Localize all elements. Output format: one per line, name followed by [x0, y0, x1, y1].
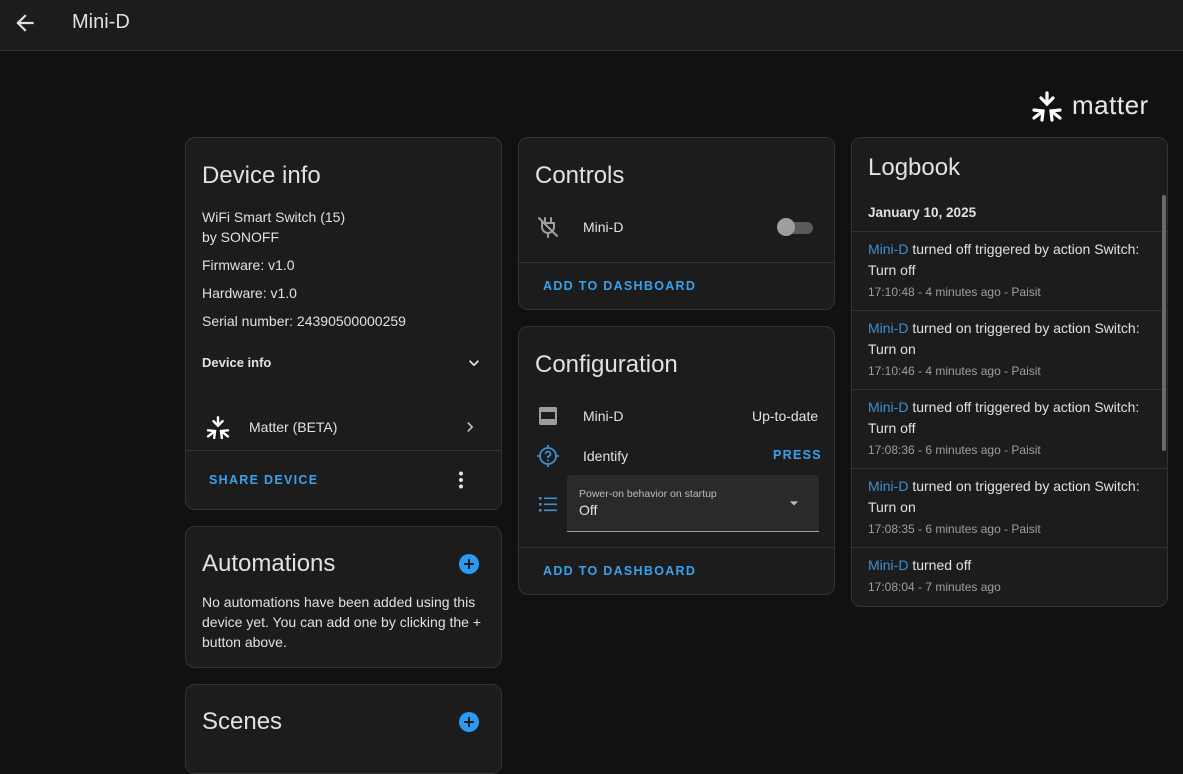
- log-divider: [852, 547, 1167, 548]
- switch-toggle[interactable]: [777, 216, 815, 238]
- automations-empty-text-1: No automations have been added using thi…: [202, 594, 476, 610]
- card-divider: [519, 262, 834, 263]
- logbook-scrollbar[interactable]: [1162, 195, 1166, 451]
- card-divider: [186, 450, 501, 451]
- select-label: Power-on behavior on startup: [579, 488, 717, 500]
- log-timestamp: 17:10:48 - 4 minutes ago - Paisit: [868, 285, 1041, 299]
- log-entity-link[interactable]: Mini-D: [868, 320, 908, 336]
- scenes-card: Scenes: [185, 684, 502, 774]
- logbook-card: Logbook January 10, 2025 Mini-D turned o…: [851, 137, 1168, 607]
- log-timestamp: 17:08:36 - 6 minutes ago - Paisit: [868, 443, 1041, 457]
- log-message: turned on triggered by action Switch:: [908, 320, 1140, 336]
- add-scene-button[interactable]: [459, 712, 479, 732]
- device-manufacturer: by SONOFF: [202, 229, 280, 245]
- scenes-title: Scenes: [202, 708, 283, 735]
- chevron-right-icon: [467, 422, 474, 432]
- matter-icon: [206, 416, 230, 440]
- log-entity-link[interactable]: Mini-D: [868, 557, 908, 573]
- identify-label: Identify: [583, 448, 629, 464]
- log-divider: [852, 310, 1167, 311]
- serial-number: Serial number: 24390500000259: [202, 313, 406, 329]
- log-message: turned off triggered by action Switch:: [908, 241, 1140, 257]
- configuration-add-to-dashboard-button[interactable]: ADD TO DASHBOARD: [543, 564, 696, 578]
- log-entity-link[interactable]: Mini-D: [868, 399, 908, 415]
- toggle-knob: [777, 218, 795, 236]
- log-message-cont: Turn on: [868, 341, 916, 357]
- more-vert-icon[interactable]: [449, 468, 473, 492]
- configuration-title: Configuration: [535, 351, 678, 378]
- log-entity-link[interactable]: Mini-D: [868, 241, 908, 257]
- power-on-behavior-select[interactable]: Power-on behavior on startup Off: [567, 475, 819, 532]
- identify-press-button[interactable]: PRESS: [773, 448, 822, 462]
- log-message-cont: Turn off: [868, 420, 916, 436]
- card-divider: [519, 547, 834, 548]
- log-divider: [852, 389, 1167, 390]
- log-entry: Mini-D turned off 17:08:04 - 7 minutes a…: [852, 555, 1162, 605]
- firmware-entity-label: Mini-D: [583, 408, 624, 424]
- log-message: turned off triggered by action Switch:: [908, 399, 1140, 415]
- hardware-version: Hardware: v1.0: [202, 285, 297, 301]
- power-plug-off-icon: [538, 217, 558, 238]
- log-divider: [852, 231, 1167, 232]
- dropdown-arrow-icon: [789, 501, 799, 506]
- controls-entity-label: Mini-D: [583, 219, 624, 235]
- log-timestamp: 17:08:35 - 6 minutes ago - Paisit: [868, 522, 1041, 536]
- integration-label: Matter (BETA): [249, 419, 338, 435]
- log-entry: Mini-D turned off triggered by action Sw…: [852, 239, 1162, 309]
- controls-card: Controls Mini-D ADD TO DASHBOARD: [518, 137, 835, 310]
- log-entry-text: Mini-D turned on triggered by action Swi…: [868, 476, 1158, 518]
- log-entry-text: Mini-D turned off: [868, 555, 1158, 576]
- log-message-cont: Turn off: [868, 262, 916, 278]
- identify-icon: [537, 445, 559, 467]
- matter-logo-text: matter: [1072, 90, 1149, 120]
- list-icon: [539, 497, 557, 512]
- automations-title: Automations: [202, 550, 336, 577]
- select-value: Off: [579, 502, 598, 518]
- firmware-update-icon: [539, 407, 557, 425]
- log-entry-text: Mini-D turned off triggered by action Sw…: [868, 239, 1158, 281]
- controls-add-to-dashboard-button[interactable]: ADD TO DASHBOARD: [543, 279, 696, 293]
- log-entity-link[interactable]: Mini-D: [868, 478, 908, 494]
- device-info-title: Device info: [202, 162, 321, 189]
- device-model: WiFi Smart Switch (15): [202, 209, 346, 225]
- expander-label: Device info: [202, 355, 272, 370]
- log-entry: Mini-D turned off triggered by action Sw…: [852, 397, 1162, 467]
- logbook-date: January 10, 2025: [868, 205, 977, 220]
- log-timestamp: 17:10:46 - 4 minutes ago - Paisit: [868, 364, 1041, 378]
- configuration-card: Configuration Mini-D Up-to-date Identify…: [518, 326, 835, 595]
- automations-card: Automations No automations have been add…: [185, 526, 502, 668]
- log-message: turned off: [908, 557, 972, 573]
- automations-empty-text-2: device yet. You can add one by clicking …: [202, 614, 482, 630]
- log-message-cont: Turn on: [868, 499, 916, 515]
- log-entry: Mini-D turned on triggered by action Swi…: [852, 476, 1162, 546]
- chevron-down-icon: [469, 360, 479, 367]
- device-info-card: Device info WiFi Smart Switch (15) by SO…: [185, 137, 502, 510]
- top-app-bar: Mini-D: [0, 0, 1183, 51]
- back-arrow-icon[interactable]: [12, 10, 38, 36]
- firmware-state: Up-to-date: [752, 408, 819, 424]
- automations-empty-text-3: button above.: [202, 634, 287, 650]
- share-device-button[interactable]: SHARE DEVICE: [209, 473, 318, 487]
- firmware-version: Firmware: v1.0: [202, 257, 295, 273]
- page-title: Mini-D: [72, 11, 130, 33]
- log-message: turned on triggered by action Switch:: [908, 478, 1140, 494]
- log-entry-text: Mini-D turned off triggered by action Sw…: [868, 397, 1158, 439]
- matter-logo: matter: [1030, 90, 1170, 124]
- controls-title: Controls: [535, 162, 625, 189]
- log-entry: Mini-D turned on triggered by action Swi…: [852, 318, 1162, 388]
- add-automation-button[interactable]: [459, 554, 479, 574]
- log-timestamp: 17:08:04 - 7 minutes ago: [868, 580, 1001, 594]
- logbook-title: Logbook: [868, 154, 961, 181]
- log-divider: [852, 468, 1167, 469]
- device-info-expander[interactable]: Device info: [186, 338, 501, 386]
- log-entry-text: Mini-D turned on triggered by action Swi…: [868, 318, 1158, 360]
- matter-logo-icon: [1032, 91, 1062, 122]
- integration-row-matter[interactable]: Matter (BETA): [186, 406, 501, 450]
